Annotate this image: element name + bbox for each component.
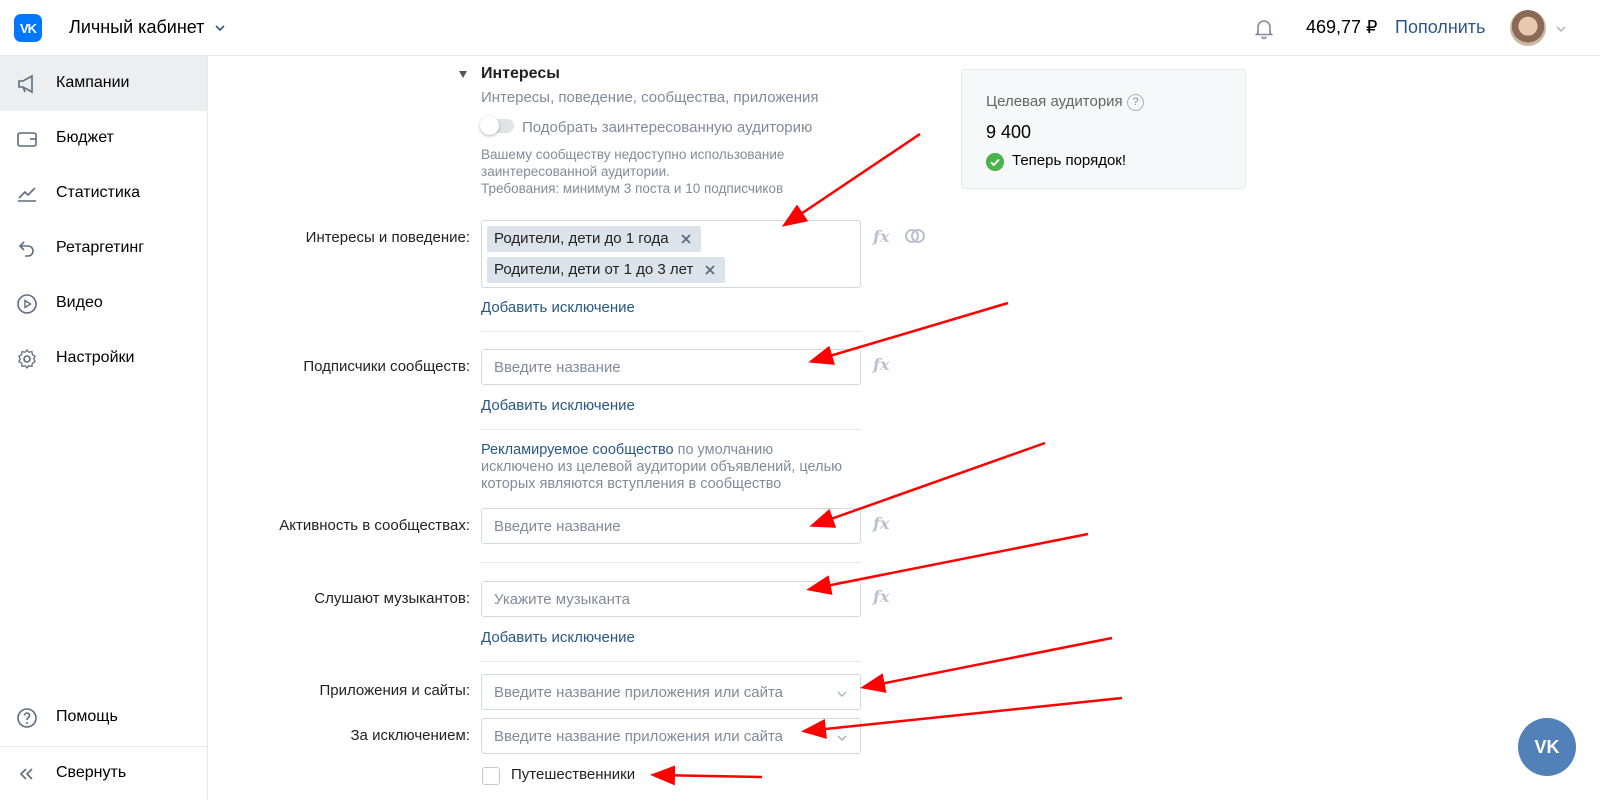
help-link[interactable]: Помощь bbox=[0, 690, 207, 745]
toggle-note-line: заинтересованной аудитории. bbox=[481, 164, 670, 179]
input-placeholder: Введите название bbox=[494, 359, 621, 376]
fx-icon[interactable]: fx bbox=[873, 587, 889, 606]
sidebar-item-label: Статистика bbox=[56, 184, 141, 201]
help-icon[interactable]: ? bbox=[1127, 94, 1144, 111]
intersect-icon[interactable] bbox=[904, 228, 926, 244]
megaphone-icon bbox=[18, 74, 33, 94]
interests-behavior-label: Интересы и поведение: bbox=[305, 229, 470, 246]
divider bbox=[481, 562, 861, 563]
vk-logo-icon[interactable]: VK bbox=[14, 14, 42, 42]
musicians-input[interactable]: Укажите музыканта bbox=[481, 581, 861, 617]
section-subtitle: Интересы, поведение, сообщества, приложе… bbox=[481, 89, 819, 106]
toggle-label: Подобрать заинтересованную аудиторию bbox=[522, 119, 813, 136]
balance-amount: 469,77 ₽ bbox=[1306, 17, 1378, 37]
except-select[interactable]: Введите название приложения или сайта bbox=[481, 718, 861, 754]
add-exclusion-link[interactable]: Добавить исключение bbox=[481, 397, 635, 414]
audience-count: 9 400 bbox=[986, 122, 1032, 142]
tag-label: Родители, дети от 1 до 3 лет bbox=[494, 261, 694, 278]
cabinet-title[interactable]: Личный кабинет bbox=[69, 17, 204, 38]
toggle-note-line: Требования: минимум 3 поста и 10 подписч… bbox=[481, 181, 784, 196]
section-title[interactable]: Интересы bbox=[481, 65, 560, 83]
interest-tag: Родители, дети до 1 года bbox=[487, 226, 701, 252]
community-note-line: исключено из целевой аудитории объявлени… bbox=[481, 459, 842, 475]
collapse-triangle-icon[interactable] bbox=[458, 69, 468, 79]
sidebar-item-retargeting[interactable]: Ретаргетинг bbox=[0, 221, 207, 276]
help-icon bbox=[17, 708, 37, 728]
input-placeholder: Введите название приложения или сайта bbox=[494, 684, 784, 701]
collapse-button[interactable]: Свернуть bbox=[0, 746, 207, 801]
community-note: Рекламируемое сообщество по умолчанию bbox=[481, 442, 773, 459]
help-label: Помощь bbox=[56, 708, 118, 725]
input-placeholder: Введите название приложения или сайта bbox=[494, 728, 784, 745]
annotation-arrow bbox=[650, 765, 763, 786]
fx-icon[interactable]: fx bbox=[873, 514, 889, 533]
bell-icon[interactable] bbox=[1252, 16, 1276, 40]
add-exclusion-link[interactable]: Добавить исключение bbox=[481, 299, 635, 316]
check-circle-icon bbox=[986, 153, 1004, 171]
tag-label: Родители, дети до 1 года bbox=[494, 230, 669, 247]
wallet-icon bbox=[17, 132, 37, 147]
audience-status: Теперь порядок! bbox=[1012, 152, 1127, 169]
audience-title: Целевая аудитория bbox=[986, 93, 1123, 110]
note-text: по умолчанию bbox=[673, 442, 774, 458]
add-exclusion-link[interactable]: Добавить исключение bbox=[481, 629, 635, 646]
annotation-arrow bbox=[860, 636, 1113, 693]
play-icon bbox=[17, 294, 37, 314]
close-icon[interactable] bbox=[679, 232, 693, 246]
chevron-down-icon[interactable] bbox=[1555, 23, 1567, 35]
collapse-icon bbox=[19, 768, 33, 780]
sidebar-item-label: Кампании bbox=[56, 74, 130, 91]
vk-chat-button[interactable]: VK bbox=[1518, 718, 1576, 776]
musicians-label: Слушают музыкантов: bbox=[314, 590, 470, 607]
fx-icon[interactable]: fx bbox=[873, 227, 889, 246]
interest-tag: Родители, дети от 1 до 3 лет bbox=[487, 257, 726, 283]
advertised-community-link[interactable]: Рекламируемое сообщество bbox=[481, 442, 674, 458]
community-note-line: которых являются вступления в сообщество bbox=[481, 476, 782, 492]
sidebar-item-statistics[interactable]: Статистика bbox=[0, 166, 207, 221]
input-placeholder: Введите название bbox=[494, 518, 621, 535]
community-activity-input[interactable]: Введите название bbox=[481, 508, 861, 544]
travelers-checkbox[interactable] bbox=[482, 767, 500, 785]
sidebar-item-label: Настройки bbox=[56, 349, 135, 366]
close-icon[interactable] bbox=[703, 263, 717, 277]
sidebar-item-campaigns[interactable]: Кампании bbox=[0, 56, 207, 111]
sidebar-item-label: Ретаргетинг bbox=[56, 239, 145, 256]
sidebar-item-budget[interactable]: Бюджет bbox=[0, 111, 207, 166]
avatar[interactable] bbox=[1510, 10, 1546, 46]
toggle-note-line: Вашему сообществу недоступно использован… bbox=[481, 147, 785, 162]
community-subscribers-label: Подписчики сообществ: bbox=[303, 358, 470, 375]
sidebar-item-label: Бюджет bbox=[56, 129, 114, 146]
chevron-down-icon[interactable] bbox=[214, 22, 226, 34]
target-audience-panel: Целевая аудитория ? 9 400 Теперь порядок… bbox=[961, 69, 1246, 189]
divider bbox=[481, 331, 861, 332]
retarget-icon bbox=[18, 241, 34, 257]
apps-sites-label: Приложения и сайты: bbox=[319, 682, 470, 699]
interested-audience-toggle[interactable] bbox=[480, 116, 514, 135]
fx-icon[interactable]: fx bbox=[873, 355, 889, 374]
collapse-label: Свернуть bbox=[56, 764, 127, 781]
apps-sites-select[interactable]: Введите название приложения или сайта bbox=[481, 674, 861, 710]
divider bbox=[481, 429, 861, 430]
interests-behavior-field[interactable]: Родители, дети до 1 года Родители, дети … bbox=[481, 220, 861, 288]
travelers-label[interactable]: Путешественники bbox=[511, 766, 635, 783]
toggle-knob bbox=[480, 116, 499, 135]
chevron-down-icon[interactable] bbox=[836, 688, 848, 700]
sidebar-item-label: Видео bbox=[56, 294, 103, 311]
chevron-down-icon[interactable] bbox=[836, 732, 848, 744]
except-label: За исключением: bbox=[350, 727, 471, 744]
top-bar: VK Личный кабинет 469,77 ₽ Пополнить bbox=[0, 0, 1600, 56]
divider bbox=[481, 661, 861, 662]
gear-icon bbox=[18, 348, 36, 369]
sidebar: Кампании Бюджет Статистика Ретаргетинг В… bbox=[0, 56, 208, 800]
sidebar-item-settings[interactable]: Настройки bbox=[0, 331, 207, 386]
topup-link[interactable]: Пополнить bbox=[1395, 17, 1485, 38]
community-subscribers-input[interactable]: Введите название bbox=[481, 349, 861, 385]
community-activity-label: Активность в сообществах: bbox=[279, 517, 470, 534]
input-placeholder: Укажите музыканта bbox=[494, 591, 630, 608]
chart-icon bbox=[18, 187, 36, 202]
sidebar-item-video[interactable]: Видео bbox=[0, 276, 207, 331]
annotation-arrow bbox=[781, 132, 921, 227]
